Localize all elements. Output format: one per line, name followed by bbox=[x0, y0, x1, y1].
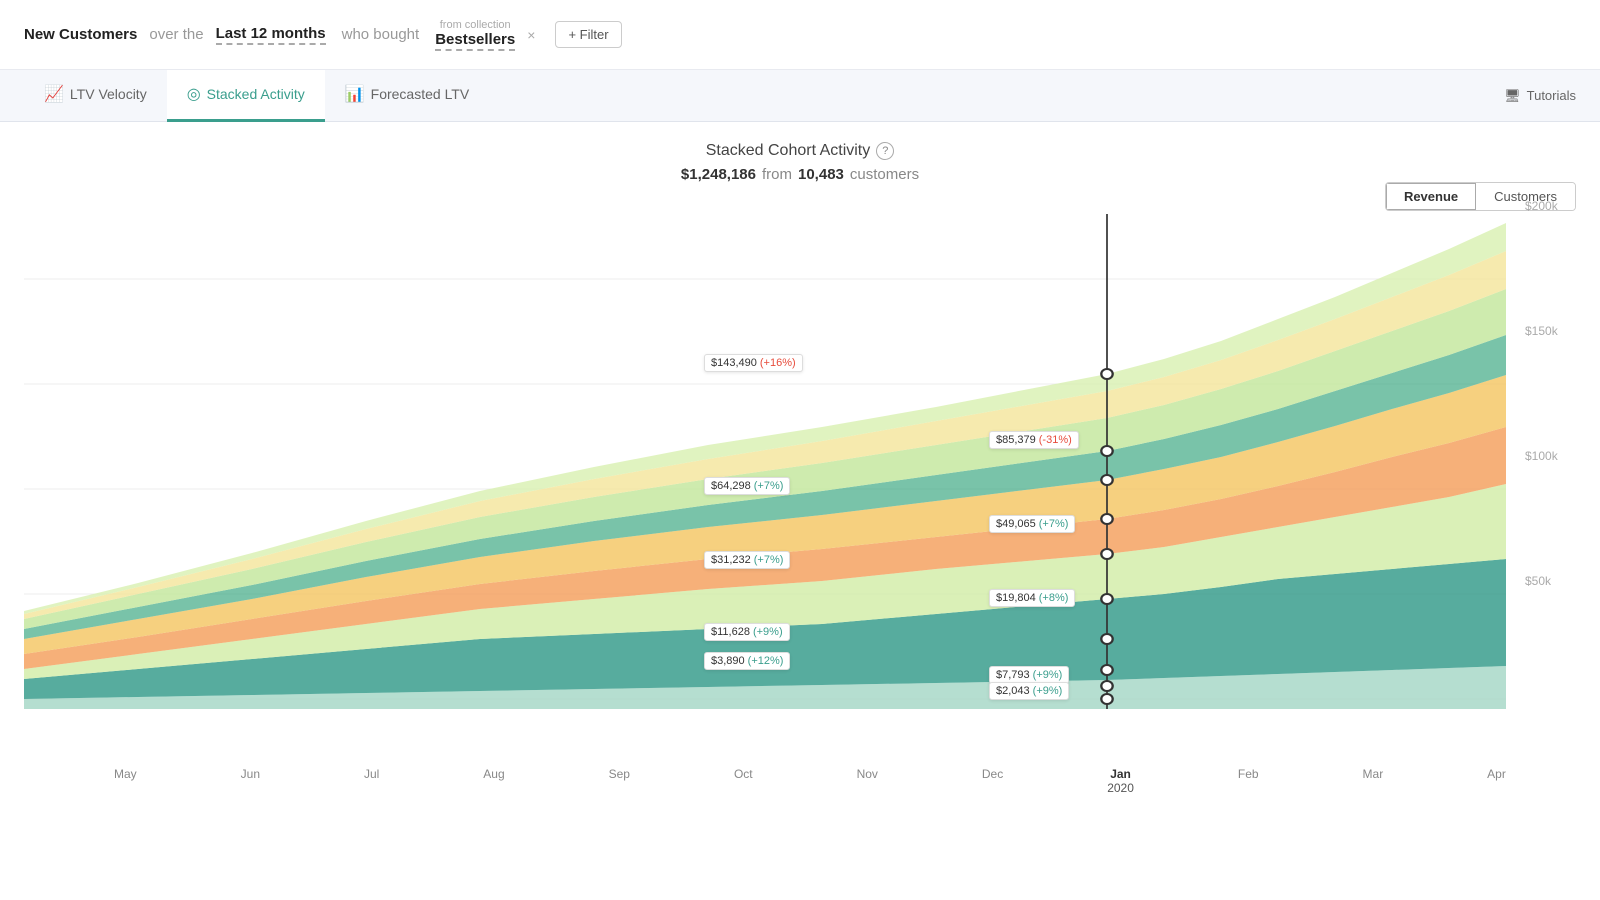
dot-9 bbox=[1101, 681, 1112, 691]
x-label-jan: Jan2020 bbox=[1107, 767, 1134, 795]
bestsellers-wrapper: from collection Bestsellers bbox=[435, 19, 515, 51]
tooltip-5: $31,232 (+7%) bbox=[704, 551, 790, 569]
chart-title: Stacked Cohort Activity ? bbox=[706, 142, 895, 160]
x-label-aug: Aug bbox=[483, 767, 504, 795]
tooltip-6-pct: (+8%) bbox=[1039, 592, 1069, 604]
dot-4 bbox=[1101, 514, 1112, 524]
dot-7 bbox=[1101, 634, 1112, 644]
tooltip-2: $85,379 (-31%) bbox=[989, 431, 1079, 449]
tooltip-2-pct: (-31%) bbox=[1039, 434, 1072, 446]
tooltip-1-pct: (+16%) bbox=[760, 357, 796, 369]
header-bar: New Customers over the Last 12 months wh… bbox=[0, 0, 1600, 70]
tabs-bar: 📈 LTV Velocity ◎ Stacked Activity 📊 Fore… bbox=[0, 70, 1600, 122]
customer-count: 10,483 bbox=[798, 166, 844, 183]
tooltip-7-pct: (+9%) bbox=[753, 626, 783, 638]
customers-label: customers bbox=[850, 166, 919, 183]
close-button[interactable]: × bbox=[527, 27, 535, 43]
from-collection-label: from collection bbox=[440, 19, 511, 31]
tooltip-2-value: $85,379 bbox=[996, 434, 1036, 446]
over-the-label: over the bbox=[149, 26, 203, 43]
tooltip-1: $143,490 (+16%) bbox=[704, 354, 803, 372]
tooltip-8: $3,890 (+12%) bbox=[704, 652, 790, 670]
y-label-200k: $200k bbox=[1525, 199, 1572, 213]
tooltip-6-value: $19,804 bbox=[996, 592, 1036, 604]
dot-6 bbox=[1101, 594, 1112, 604]
tooltip-4-pct: (+7%) bbox=[1039, 518, 1069, 530]
x-label-jul: Jul bbox=[364, 767, 379, 795]
ltv-velocity-icon: 📈 bbox=[44, 84, 64, 104]
tab-stacked-activity[interactable]: ◎ Stacked Activity bbox=[167, 70, 325, 122]
chart-area: $200k $150k $100k $50k $143,490 (+16%) $… bbox=[24, 199, 1576, 759]
tab-stacked-activity-label: Stacked Activity bbox=[207, 86, 305, 102]
dot-10 bbox=[1101, 694, 1112, 704]
tooltip-10-pct: (+9%) bbox=[1033, 685, 1063, 697]
dot-5 bbox=[1101, 549, 1112, 559]
tooltip-10-value: $2,043 bbox=[996, 685, 1030, 697]
tooltip-4: $49,065 (+7%) bbox=[989, 515, 1075, 533]
x-label-nov: Nov bbox=[857, 767, 878, 795]
chart-container: $200k $150k $100k $50k $143,490 (+16%) $… bbox=[24, 199, 1576, 819]
who-bought-label: who bought bbox=[342, 26, 420, 43]
tutorials-icon: 🖥 bbox=[1504, 88, 1521, 104]
tab-ltv-velocity[interactable]: 📈 LTV Velocity bbox=[24, 70, 167, 122]
tooltip-6: $19,804 (+8%) bbox=[989, 589, 1075, 607]
tooltip-7: $11,628 (+9%) bbox=[704, 623, 790, 641]
tooltip-4-value: $49,065 bbox=[996, 518, 1036, 530]
x-label-mar: Mar bbox=[1363, 767, 1384, 795]
x-label-feb: Feb bbox=[1238, 767, 1259, 795]
filter-button[interactable]: + Filter bbox=[555, 21, 621, 48]
y-label-150k: $150k bbox=[1525, 324, 1572, 338]
last-12-months-label[interactable]: Last 12 months bbox=[216, 25, 326, 45]
tooltip-3: $64,298 (+7%) bbox=[704, 477, 790, 495]
revenue-amount: $1,248,186 bbox=[681, 166, 756, 183]
stacked-activity-icon: ◎ bbox=[187, 84, 201, 104]
new-customers-label: New Customers bbox=[24, 26, 137, 43]
y-label-100k: $100k bbox=[1525, 449, 1572, 463]
x-label-oct: Oct bbox=[734, 767, 753, 795]
tooltip-8-pct: (+12%) bbox=[748, 655, 784, 667]
dot-2 bbox=[1101, 446, 1112, 456]
tab-forecasted-ltv-label: Forecasted LTV bbox=[371, 86, 470, 102]
forecasted-ltv-icon: 📊 bbox=[345, 84, 365, 104]
dot-3 bbox=[1101, 475, 1112, 485]
x-label-jun: Jun bbox=[241, 767, 260, 795]
tooltip-3-value: $64,298 bbox=[711, 480, 751, 492]
tooltip-3-pct: (+7%) bbox=[754, 480, 784, 492]
x-label-may: May bbox=[114, 767, 137, 795]
y-label-50k: $50k bbox=[1525, 574, 1572, 588]
tutorials-label: Tutorials bbox=[1527, 88, 1576, 103]
tooltip-5-pct: (+7%) bbox=[754, 554, 784, 566]
tooltip-7-value: $11,628 bbox=[711, 626, 750, 638]
x-label-apr: Apr bbox=[1487, 767, 1506, 795]
tutorials-button[interactable]: 🖥 Tutorials bbox=[1504, 88, 1576, 104]
dot-8 bbox=[1101, 665, 1112, 675]
tooltip-1-value: $143,490 bbox=[711, 357, 757, 369]
dot-1 bbox=[1101, 369, 1112, 379]
chart-section: Stacked Cohort Activity ? $1,248,186 fro… bbox=[0, 122, 1600, 819]
chart-subtitle: $1,248,186 from 10,483 customers bbox=[24, 166, 1576, 183]
tooltip-9-pct: (+9%) bbox=[1033, 669, 1063, 681]
x-label-sep: Sep bbox=[609, 767, 630, 795]
tooltip-8-value: $3,890 bbox=[711, 655, 745, 667]
tooltip-9-value: $7,793 bbox=[996, 669, 1030, 681]
info-icon[interactable]: ? bbox=[876, 142, 894, 160]
bestsellers-label[interactable]: Bestsellers bbox=[435, 31, 515, 51]
chart-title-row: Stacked Cohort Activity ? bbox=[24, 142, 1576, 160]
x-label-dec: Dec bbox=[982, 767, 1003, 795]
tooltip-10: $2,043 (+9%) bbox=[989, 682, 1069, 700]
tab-ltv-velocity-label: LTV Velocity bbox=[70, 86, 147, 102]
from-label: from bbox=[762, 166, 792, 183]
tooltip-5-value: $31,232 bbox=[711, 554, 751, 566]
tab-forecasted-ltv[interactable]: 📊 Forecasted LTV bbox=[325, 70, 489, 122]
x-axis: May Jun Jul Aug Sep Oct Nov Dec Jan2020 … bbox=[24, 759, 1576, 795]
